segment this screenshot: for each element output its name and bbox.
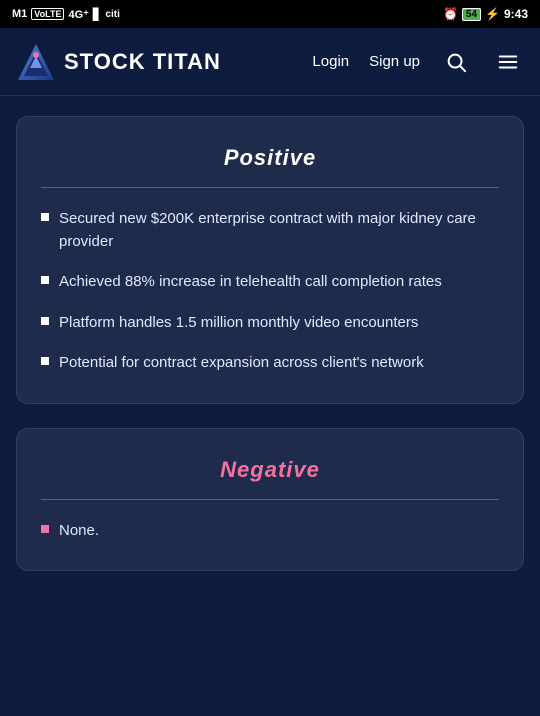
signup-link[interactable]: Sign up bbox=[369, 53, 420, 70]
volte-badge: VoLTE bbox=[31, 8, 64, 20]
logo-container: STOCK TITAN bbox=[16, 42, 300, 82]
list-item: Secured new $200K enterprise contract wi… bbox=[41, 208, 499, 253]
bullet-text: Platform handles 1.5 million monthly vid… bbox=[59, 312, 418, 335]
positive-card: Positive Secured new $200K enterprise co… bbox=[16, 116, 524, 404]
carrier-label: M1 bbox=[12, 8, 27, 20]
bullet-text: Potential for contract expansion across … bbox=[59, 352, 424, 375]
negative-divider bbox=[41, 499, 499, 500]
alarm-icon: ⏰ bbox=[443, 7, 458, 21]
list-item: Potential for contract expansion across … bbox=[41, 352, 499, 375]
negative-card: Negative None. bbox=[16, 428, 524, 572]
bank-label: citi bbox=[105, 9, 119, 20]
bullet-icon bbox=[41, 357, 49, 365]
bullet-icon bbox=[41, 525, 49, 533]
list-item: Platform handles 1.5 million monthly vid… bbox=[41, 312, 499, 335]
network-label: 4G⁺ bbox=[68, 8, 88, 21]
positive-title: Positive bbox=[41, 145, 499, 171]
bullet-icon bbox=[41, 276, 49, 284]
negative-bullet-list: None. bbox=[41, 520, 499, 543]
bullet-text: Secured new $200K enterprise contract wi… bbox=[59, 208, 499, 253]
list-item: Achieved 88% increase in telehealth call… bbox=[41, 271, 499, 294]
logo-text: STOCK TITAN bbox=[64, 49, 221, 75]
hamburger-icon bbox=[497, 51, 519, 73]
bullet-icon bbox=[41, 317, 49, 325]
bullet-text: Achieved 88% increase in telehealth call… bbox=[59, 271, 442, 294]
nav-links: Login Sign up bbox=[312, 46, 524, 78]
login-link[interactable]: Login bbox=[312, 53, 349, 70]
status-bar: M1 VoLTE 4G⁺ ▋ citi ⏰ 54 ⚡ 9:43 bbox=[0, 0, 540, 28]
signal-icon: ▋ bbox=[93, 8, 101, 21]
main-content: Positive Secured new $200K enterprise co… bbox=[0, 96, 540, 591]
battery-level: 54 bbox=[462, 8, 481, 21]
menu-button[interactable] bbox=[492, 46, 524, 78]
positive-bullet-list: Secured new $200K enterprise contract wi… bbox=[41, 208, 499, 375]
logo-icon bbox=[16, 42, 56, 82]
list-item: None. bbox=[41, 520, 499, 543]
navbar: STOCK TITAN Login Sign up bbox=[0, 28, 540, 96]
negative-title: Negative bbox=[41, 457, 499, 483]
search-button[interactable] bbox=[440, 46, 472, 78]
bolt-icon: ⚡ bbox=[485, 7, 500, 21]
status-left: M1 VoLTE 4G⁺ ▋ citi bbox=[12, 8, 120, 21]
clock-time: 9:43 bbox=[504, 7, 528, 21]
search-icon bbox=[445, 51, 467, 73]
bullet-text: None. bbox=[59, 520, 99, 543]
bullet-icon bbox=[41, 213, 49, 221]
status-right: ⏰ 54 ⚡ 9:43 bbox=[443, 7, 528, 21]
positive-divider bbox=[41, 187, 499, 188]
